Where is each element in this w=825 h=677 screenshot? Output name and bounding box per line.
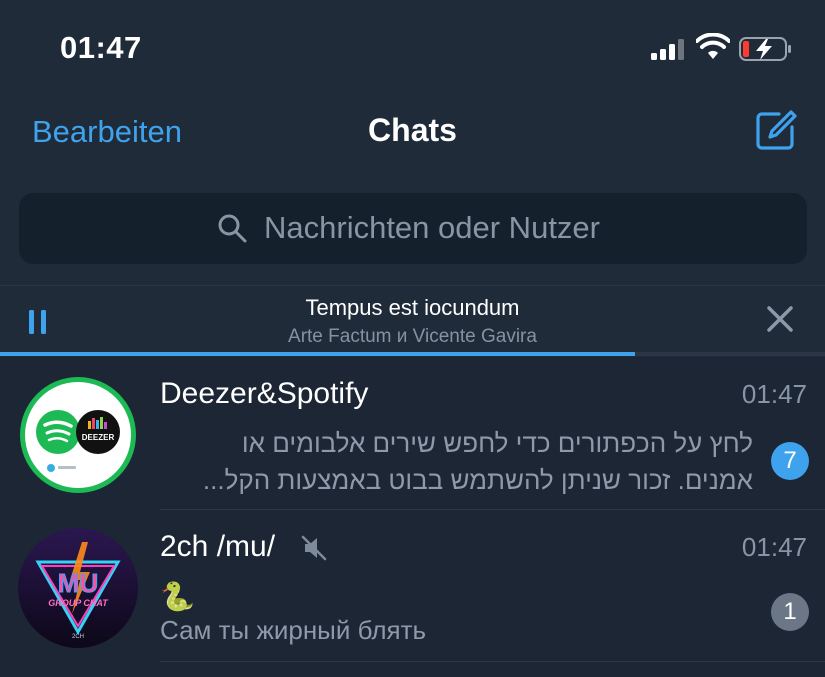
muted-icon	[301, 535, 327, 561]
chat-row-deezer-spotify[interactable]: DEEZER Deezer&Spotify 01:47 לחץ על הכפתו…	[0, 357, 825, 509]
close-icon[interactable]	[765, 304, 795, 334]
search-icon	[218, 214, 247, 243]
avatar-mu-text: MU	[58, 568, 98, 598]
avatar-deezer-text: DEEZER	[82, 433, 115, 442]
chat-preview-line1: לחץ על הכפתורים כדי לחפש שירים אלבומים א…	[241, 428, 753, 458]
wifi-icon	[696, 33, 730, 59]
page-title: Chats	[368, 112, 457, 148]
status-time: 01:47	[60, 30, 142, 65]
playback-progress-fill	[0, 352, 636, 356]
avatar-group-chat-text: GROUP CHAT	[48, 598, 109, 608]
unread-badge: 7	[771, 442, 809, 480]
unread-badge: 1	[771, 593, 809, 631]
chat-name: Deezer&Spotify	[160, 377, 369, 410]
chat-preview-line2: אמנים. זכור שניתן להשתמש בבוט באמצעות הק…	[202, 465, 753, 495]
chat-preview-emoji: 🐍	[160, 581, 195, 612]
compose-icon[interactable]	[755, 109, 797, 151]
header-area: 01:47 Bearbeiten Chats Nachrichten oder …	[0, 0, 825, 285]
battery-charging-icon	[739, 37, 791, 61]
search-placeholder: Nachrichten oder Nutzer	[264, 210, 600, 245]
track-artist: Arte Factum и Vicente Gavira	[288, 326, 537, 347]
chat-row-2ch-mu[interactable]: MU GROUP CHAT 2CH 2ch /mu/ 01:47 🐍 Сам т…	[0, 510, 825, 662]
chat-time: 01:47	[741, 532, 807, 562]
chat-preview-line2: Сам ты жирный блять	[160, 615, 427, 645]
track-title: Tempus est iocundum	[305, 295, 520, 320]
divider	[160, 661, 825, 662]
music-player-bar[interactable]: Tempus est iocundum Arte Factum и Vicent…	[0, 285, 825, 357]
cellular-signal-icon	[651, 39, 684, 60]
avatar: MU GROUP CHAT 2CH	[18, 528, 138, 648]
avatar: DEEZER	[18, 375, 138, 495]
search-input[interactable]: Nachrichten oder Nutzer	[19, 193, 807, 264]
playback-progress[interactable]	[0, 352, 825, 356]
chat-name: 2ch /mu/	[160, 530, 276, 563]
avatar-2ch-text: 2CH	[72, 634, 84, 640]
chat-time: 01:47	[741, 379, 807, 409]
